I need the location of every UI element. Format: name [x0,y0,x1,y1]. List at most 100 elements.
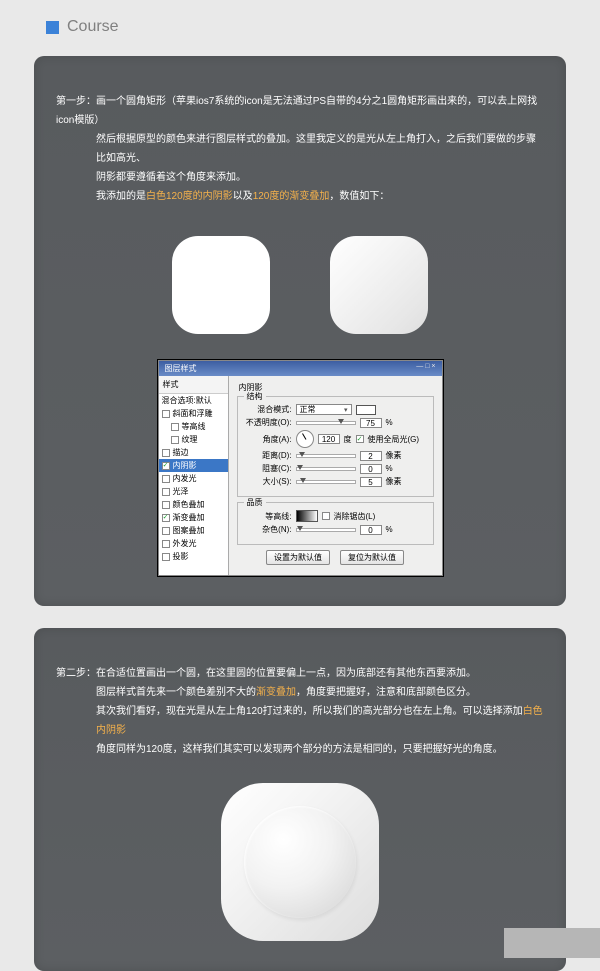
effect-checkbox[interactable] [162,449,170,457]
effect-checkbox[interactable] [171,423,179,431]
opacity-label: 不透明度(O): [246,417,292,428]
knob-circle [244,806,356,918]
step1-line2: 然后根据原型的颜色来进行图层样式的叠加。这里我定义的是光从左上角打入，之后我们要… [56,130,544,168]
sidebar-item-2[interactable]: 纹理 [159,433,228,446]
header-square-icon [46,21,59,34]
page-title: Course [67,18,119,36]
choke-value[interactable]: 0 [360,464,382,474]
sidebar-item-label: 斜面和浮雕 [173,408,213,419]
step1-line4: 我添加的是白色120度的内阴影以及120度的渐变叠加，数值如下： [56,187,544,206]
color-swatch[interactable] [356,405,376,415]
contour-swatch[interactable] [296,510,318,522]
ios-icon-shaded [330,236,428,334]
contour-label: 等高线: [246,511,292,522]
step2-line4: 角度同样为120度，这样我们其实可以发现两个部分的方法是相同的，只要把握好光的角… [56,740,544,759]
size-value[interactable]: 5 [360,477,382,487]
effect-checkbox[interactable] [162,488,170,496]
sidebar-item-1[interactable]: 等高线 [159,420,228,433]
set-default-button[interactable]: 设置为默认值 [266,550,330,565]
sidebar-item-7[interactable]: 颜色叠加 [159,498,228,511]
highlight-gradient-2: 渐变叠加 [256,687,296,698]
sidebar-item-label: 纹理 [182,434,198,445]
structure-label: 结构 [244,391,266,402]
ios-icon-plain [172,236,270,334]
layer-style-dialog: 图层样式 — □ × 样式 混合选项:默认 斜面和浮雕等高线纹理描边✓内阴影内发… [158,360,443,576]
sidebar-item-6[interactable]: 光泽 [159,485,228,498]
panel-title: 内阴影 [237,381,434,396]
sidebar-item-label: 图案叠加 [173,525,205,536]
step1-card: 第一步：画一个圆角矩形（苹果ios7系统的icon是无法通过PS自带的4分之1圆… [34,56,566,606]
sidebar-item-label: 等高线 [182,421,206,432]
big-icon-wrap [56,783,544,941]
sidebar-item-8[interactable]: ✓渐变叠加 [159,511,228,524]
chevron-down-icon: ▾ [344,406,348,414]
sidebar-styles-header: 样式 [159,376,228,394]
step1-text: 第一步：画一个圆角矩形（苹果ios7系统的icon是无法通过PS自带的4分之1圆… [56,92,544,206]
quality-label: 品质 [244,497,266,508]
step1-line1: 画一个圆角矩形（苹果ios7系统的icon是无法通过PS自带的4分之1圆角矩形画… [56,96,537,126]
sidebar-item-10[interactable]: 外发光 [159,537,228,550]
sidebar-item-4[interactable]: ✓内阴影 [159,459,228,472]
opacity-slider[interactable] [296,421,356,425]
effect-checkbox[interactable]: ✓ [162,462,170,470]
angle-value[interactable]: 120 [318,434,340,444]
choke-label: 阻塞(C): [246,463,292,474]
global-light-checkbox[interactable]: ✓ [356,435,364,443]
distance-slider[interactable] [296,454,356,458]
sidebar-item-label: 渐变叠加 [173,512,205,523]
opacity-value[interactable]: 75 [360,418,382,428]
blend-mode-dropdown[interactable]: 正常▾ [296,404,352,415]
step2-card: 第二步：在合适位置画出一个圆，在这里圆的位置要偏上一点，因为底部还有其他东西要添… [34,628,566,971]
step1-label: 第一步： [56,96,96,107]
sidebar-item-9[interactable]: 图案叠加 [159,524,228,537]
step2-line3: 其次我们看好，现在光是从左上角120打过来的，所以我们的高光部分也在左上角。可以… [56,702,544,740]
step1-line3: 阴影都要遵循着这个角度来添加。 [56,168,544,187]
dialog-titlebar: 图层样式 — □ × [159,361,442,376]
blend-mode-label: 混合模式: [246,404,292,415]
sidebar-item-11[interactable]: 投影 [159,550,228,563]
ios-icon-with-knob [221,783,379,941]
noise-slider[interactable] [296,528,356,532]
sidebar-item-label: 描边 [173,447,189,458]
distance-value[interactable]: 2 [360,451,382,461]
effect-checkbox[interactable] [162,553,170,561]
structure-group: 结构 混合模式: 正常▾ 不透明度(O): 75 % [237,396,434,497]
sidebar-item-label: 光泽 [173,486,189,497]
distance-label: 距离(D): [246,450,292,461]
size-label: 大小(S): [246,476,292,487]
sidebar-item-label: 外发光 [173,538,197,549]
antialias-checkbox[interactable] [322,512,330,520]
effect-checkbox[interactable] [162,540,170,548]
titlebar-controls-icon: — □ × [416,363,435,374]
page-header: Course [0,0,600,36]
sidebar-item-0[interactable]: 斜面和浮雕 [159,407,228,420]
effect-checkbox[interactable]: ✓ [162,514,170,522]
step2-line1: 在合适位置画出一个圆，在这里圆的位置要偏上一点，因为底部还有其他东西要添加。 [96,668,476,679]
choke-slider[interactable] [296,467,356,471]
highlight-inner-shadow: 白色120度的内阴影 [146,191,233,202]
sidebar-item-label: 投影 [173,551,189,562]
dialog-sidebar: 样式 混合选项:默认 斜面和浮雕等高线纹理描边✓内阴影内发光光泽颜色叠加✓渐变叠… [159,376,229,575]
corner-block [504,928,600,958]
effect-checkbox[interactable] [162,475,170,483]
reset-default-button[interactable]: 复位为默认值 [340,550,404,565]
step2-label: 第二步： [56,668,96,679]
effect-checkbox[interactable] [171,436,179,444]
icon-examples-row [56,236,544,334]
sidebar-blend-defaults[interactable]: 混合选项:默认 [159,394,228,407]
effect-checkbox[interactable] [162,501,170,509]
dialog-panel: 内阴影 结构 混合模式: 正常▾ 不透明度(O): 75 % [229,376,442,575]
sidebar-item-3[interactable]: 描边 [159,446,228,459]
noise-label: 杂色(N): [246,524,292,535]
sidebar-item-label: 内阴影 [173,460,197,471]
effect-checkbox[interactable] [162,410,170,418]
noise-value[interactable]: 0 [360,525,382,535]
dialog-title: 图层样式 [165,363,197,374]
step2-line2: 图层样式首先来一个颜色差别不大的渐变叠加，角度要把握好，注意和底部颜色区分。 [56,683,544,702]
angle-label: 角度(A): [246,434,292,445]
angle-dial[interactable] [296,430,314,448]
highlight-gradient: 120度的渐变叠加 [253,191,330,202]
sidebar-item-5[interactable]: 内发光 [159,472,228,485]
effect-checkbox[interactable] [162,527,170,535]
size-slider[interactable] [296,480,356,484]
